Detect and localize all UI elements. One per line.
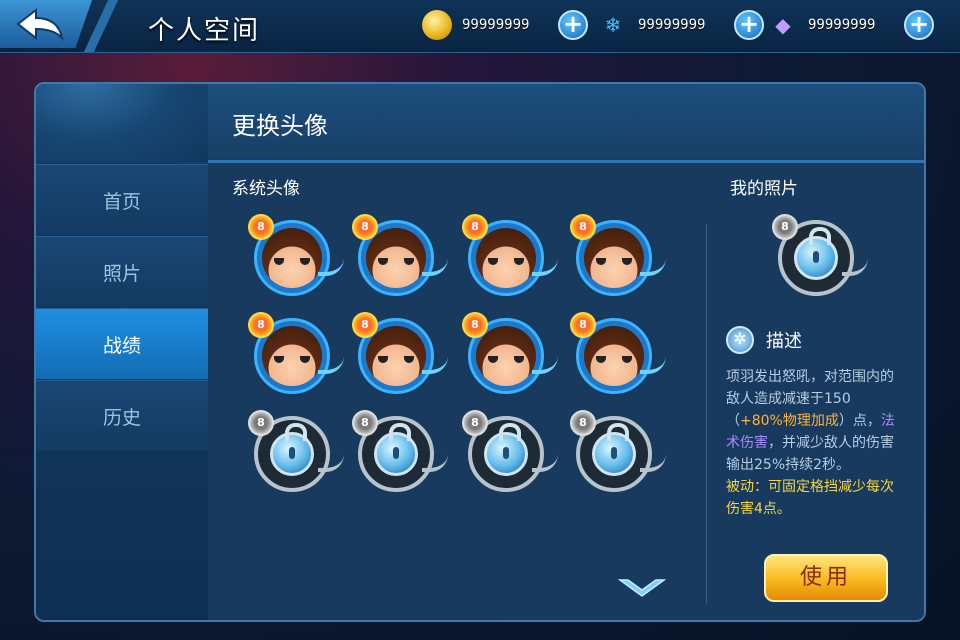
sidebar: 首页 照片 战绩 历史 xyxy=(36,84,208,620)
lock-icon xyxy=(374,423,418,476)
snow-currency: ❄ 99999999 + xyxy=(598,10,764,40)
hero-portrait xyxy=(366,326,426,386)
diamond-icon: ◆ xyxy=(775,13,791,37)
ring-tail xyxy=(318,258,344,276)
ring-tail xyxy=(532,258,558,276)
level-badge: 8 xyxy=(248,312,274,338)
sidebar-item-history[interactable]: 历史 xyxy=(36,380,208,451)
use-button[interactable]: 使用 xyxy=(764,554,888,602)
level-badge: 8 xyxy=(570,214,596,240)
diamond-value: 99999999 xyxy=(808,17,876,33)
ring-tail xyxy=(842,258,868,276)
lock-icon xyxy=(270,423,314,476)
hero-portrait xyxy=(366,228,426,288)
desc-passive: 被动：可固定格挡减少每次伤害4点。 xyxy=(726,479,894,517)
description-header: ✲ 描述 xyxy=(726,326,802,354)
level-badge: 8 xyxy=(570,410,596,436)
hero-portrait xyxy=(584,326,644,386)
avatar-option[interactable]: 8 xyxy=(350,214,448,304)
avatar-option[interactable]: 8 xyxy=(460,214,558,304)
snowflake-icon: ❄ xyxy=(604,13,622,37)
gold-currency: 99999999 + xyxy=(422,10,588,40)
ring-tail xyxy=(532,454,558,472)
level-badge: 8 xyxy=(462,214,488,240)
ring-tail xyxy=(640,356,666,374)
desc-line2: ）点， xyxy=(838,413,881,429)
hero-portrait xyxy=(584,228,644,288)
top-bar: 个人空间 99999999 + ❄ 99999999 + ◆ 99999999 … xyxy=(0,0,960,53)
level-badge: 8 xyxy=(352,214,378,240)
gear-icon: ✲ xyxy=(726,326,754,354)
scroll-fade xyxy=(228,504,688,526)
level-badge: 8 xyxy=(570,312,596,338)
sidebar-item-photos[interactable]: 照片 xyxy=(36,236,208,307)
add-gold-button[interactable]: + xyxy=(558,10,588,40)
avatar-option[interactable]: 8 xyxy=(568,312,666,402)
my-photo-label: 我的照片 xyxy=(730,179,798,199)
lock-icon xyxy=(794,227,838,280)
ring-tail xyxy=(422,356,448,374)
gold-value: 99999999 xyxy=(462,17,530,33)
lock-icon xyxy=(484,423,528,476)
sidebar-item-label: 战绩 xyxy=(102,334,141,357)
level-badge: 8 xyxy=(248,214,274,240)
locked-avatar-slot[interactable]: 8 xyxy=(246,410,344,500)
avatar-option[interactable]: 8 xyxy=(460,312,558,402)
lock-icon xyxy=(592,423,636,476)
level-badge: 8 xyxy=(462,410,488,436)
snow-value: 99999999 xyxy=(638,17,706,33)
page-title: 个人空间 xyxy=(148,16,261,46)
locked-avatar-slot[interactable]: 8 xyxy=(460,410,558,500)
ring-tail xyxy=(422,454,448,472)
back-arrow-icon xyxy=(16,7,64,42)
ring-tail xyxy=(422,258,448,276)
chevron-down-icon[interactable] xyxy=(618,576,666,600)
hero-portrait xyxy=(262,228,322,288)
locked-avatar-slot[interactable]: 8 xyxy=(350,410,448,500)
sidebar-item-record[interactable]: 战绩 xyxy=(36,308,208,379)
description-title: 描述 xyxy=(766,331,802,352)
ring-tail xyxy=(640,454,666,472)
system-avatar-label: 系统头像 xyxy=(232,179,300,199)
level-badge: 8 xyxy=(248,410,274,436)
hero-portrait xyxy=(476,326,536,386)
ring-tail xyxy=(640,258,666,276)
sidebar-item-label: 照片 xyxy=(102,262,141,285)
desc-bonus: +80%物理加成 xyxy=(740,413,839,429)
add-snow-button[interactable]: + xyxy=(734,10,764,40)
sidebar-item-label: 首页 xyxy=(102,190,141,213)
my-photo-slot[interactable]: 8 xyxy=(770,214,868,304)
gold-coin-icon xyxy=(422,10,452,40)
avatar-option[interactable]: 8 xyxy=(350,312,448,402)
level-badge: 8 xyxy=(352,410,378,436)
avatar-option[interactable]: 8 xyxy=(246,312,344,402)
back-button[interactable] xyxy=(0,0,92,48)
avatar-option[interactable]: 8 xyxy=(568,214,666,304)
level-badge: 8 xyxy=(352,312,378,338)
content-header: 更换头像 xyxy=(208,84,924,163)
content-title: 更换头像 xyxy=(232,112,328,140)
locked-avatar-slot[interactable]: 8 xyxy=(568,410,666,500)
sidebar-item-home[interactable]: 首页 xyxy=(36,164,208,235)
level-badge: 8 xyxy=(462,312,488,338)
vertical-divider xyxy=(706,224,707,604)
diamond-currency: ◆ 99999999 + xyxy=(768,10,934,40)
hero-portrait xyxy=(262,326,322,386)
ring-tail xyxy=(318,454,344,472)
content-area: 更换头像 系统头像 我的照片 8 8 8 8 8 8 8 8 8 8 8 8 8 ✲ 描述 项羽发出怒… xyxy=(208,84,924,620)
description-text: 项羽发出怒吼，对范围内的敌人造成减速于150（+80%物理加成）点，法术伤害，并… xyxy=(726,366,906,520)
add-diamond-button[interactable]: + xyxy=(904,10,934,40)
ring-tail xyxy=(318,356,344,374)
sidebar-decoration xyxy=(36,84,208,162)
level-badge: 8 xyxy=(772,214,798,240)
ring-tail xyxy=(532,356,558,374)
main-panel: 首页 照片 战绩 历史 更换头像 系统头像 我的照片 8 8 8 8 8 8 8 8 8 8 8 8 … xyxy=(34,82,926,622)
hero-portrait xyxy=(476,228,536,288)
avatar-option[interactable]: 8 xyxy=(246,214,344,304)
sidebar-item-label: 历史 xyxy=(102,406,141,429)
